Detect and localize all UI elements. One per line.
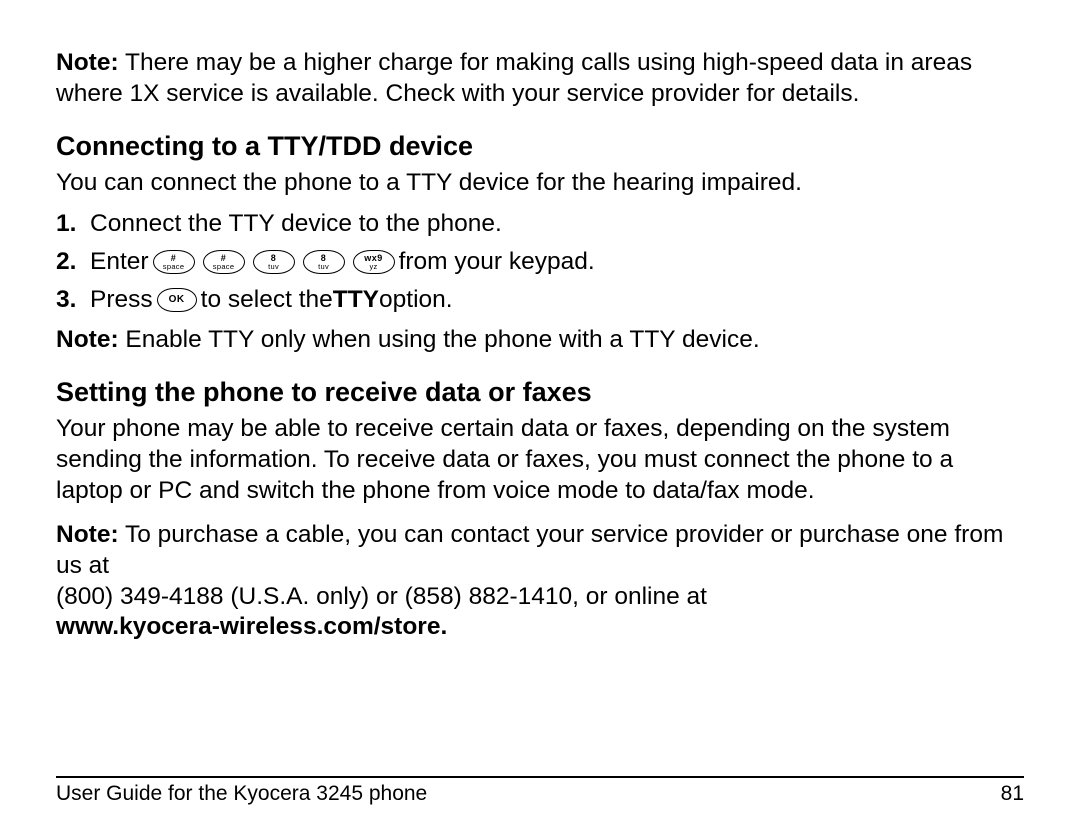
- intro-note: Note: There may be a higher charge for m…: [56, 48, 1024, 109]
- fax-note: Note: To purchase a cable, you can conta…: [56, 520, 1024, 643]
- keypad-8-icon: 8 tuv: [303, 250, 345, 274]
- key-bot: space: [163, 263, 185, 271]
- heading-tty: Connecting to a TTY/TDD device: [56, 131, 1024, 162]
- heading-fax: Setting the phone to receive data or fax…: [56, 377, 1024, 408]
- page-footer: User Guide for the Kyocera 3245 phone 81: [56, 776, 1024, 806]
- intro-note-text: There may be a higher charge for making …: [56, 49, 972, 107]
- step-number: 3.: [56, 281, 90, 319]
- fax-body: Your phone may be able to receive certai…: [56, 414, 1024, 506]
- step-text-mid: to select the: [201, 281, 333, 319]
- fax-phones: (800) 349-4188 (U.S.A. only) or (858) 88…: [56, 583, 707, 610]
- keypad-ok-icon: OK: [157, 288, 197, 312]
- manual-page: Note: There may be a higher charge for m…: [0, 0, 1080, 834]
- keypad-hash-icon: # space: [203, 250, 245, 274]
- key-bot: space: [213, 263, 235, 271]
- key-bot: yz: [370, 263, 378, 271]
- tty-note-text: Enable TTY only when using the phone wit…: [119, 326, 760, 353]
- tty-intro: You can connect the phone to a TTY devic…: [56, 168, 1024, 199]
- step-text-post: option.: [379, 281, 453, 319]
- keypad-8-icon: 8 tuv: [253, 250, 295, 274]
- store-url: www.kyocera-wireless.com/store: [56, 613, 440, 640]
- key-bot: tuv: [268, 263, 279, 271]
- step-text-pre: Enter: [90, 243, 149, 281]
- key-bot: tuv: [318, 263, 329, 271]
- step-2: 2. Enter # space # space 8 tuv 8 tuv wx9…: [56, 243, 1024, 281]
- step-text: Connect the TTY device to the phone.: [90, 205, 502, 243]
- note-label: Note:: [56, 521, 119, 548]
- tty-note: Note: Enable TTY only when using the pho…: [56, 325, 1024, 356]
- step-1: 1. Connect the TTY device to the phone.: [56, 205, 1024, 243]
- step-text-post: from your keypad.: [399, 243, 595, 281]
- keypad-9-icon: wx9 yz: [353, 250, 395, 274]
- period: .: [440, 613, 447, 640]
- fax-note-text: To purchase a cable, you can contact you…: [56, 521, 1003, 579]
- step-number: 1.: [56, 205, 90, 243]
- keypad-hash-icon: # space: [153, 250, 195, 274]
- step-3: 3. Press OK to select the TTY option.: [56, 281, 1024, 319]
- page-number: 81: [1001, 782, 1024, 806]
- step-number: 2.: [56, 243, 90, 281]
- step-text-pre: Press: [90, 281, 153, 319]
- tty-steps: 1. Connect the TTY device to the phone. …: [56, 205, 1024, 319]
- note-label: Note:: [56, 49, 119, 76]
- note-label: Note:: [56, 326, 119, 353]
- footer-title: User Guide for the Kyocera 3245 phone: [56, 782, 427, 806]
- tty-option-label: TTY: [333, 281, 379, 319]
